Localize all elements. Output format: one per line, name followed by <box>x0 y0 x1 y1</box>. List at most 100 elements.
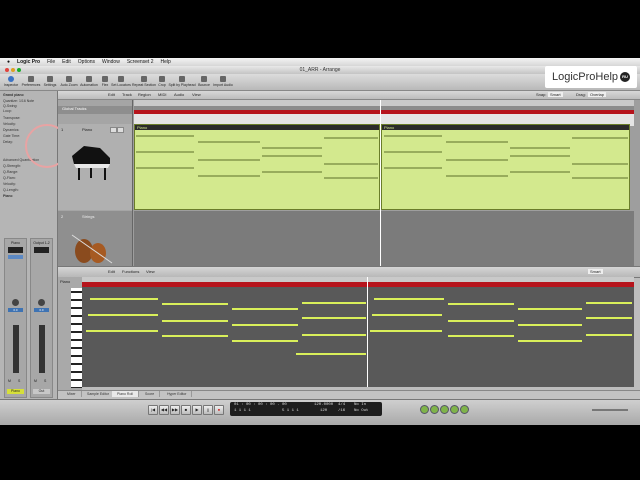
toolbar-bounce-button[interactable]: Bounce <box>197 76 211 90</box>
rewind-button[interactable]: ◀◀ <box>159 405 169 415</box>
toolbar-inspector-button[interactable]: Inspector <box>2 76 20 90</box>
arrange-menu-view[interactable]: View <box>192 92 201 97</box>
arrange-menu-midi[interactable]: MIDI <box>158 92 166 97</box>
arrange-menu-edit[interactable]: Edit <box>108 92 115 97</box>
volume-fader[interactable] <box>39 325 45 373</box>
toolbar-auto-zoom-button[interactable]: Auto Zoom <box>60 76 78 90</box>
solo-mode-button[interactable] <box>440 405 449 414</box>
mute-button[interactable]: M <box>34 379 37 383</box>
menu-options[interactable]: Options <box>78 59 95 65</box>
import-audio-icon <box>220 76 226 82</box>
toolbar-split-button[interactable]: Split by Playhead <box>168 76 196 90</box>
inspector-row[interactable]: Q-Length: <box>3 188 19 192</box>
piano-keyboard[interactable] <box>71 288 82 388</box>
inspector-track-section[interactable]: Piano <box>3 194 13 198</box>
toolbar-crop-button[interactable]: Crop <box>157 76 167 90</box>
piano-roll-menu-view[interactable]: View <box>146 269 155 274</box>
metronome-button[interactable] <box>460 405 469 414</box>
inspector-row[interactable]: Gate Time: <box>3 134 20 138</box>
division[interactable]: /16 <box>338 409 345 413</box>
transport-lcd[interactable]: 01 : 00 : 00 : 00 . 00 1 1 1 1 5 1 1 1 1… <box>230 402 382 416</box>
inspector-row[interactable]: Delay: <box>3 140 13 144</box>
stop-button[interactable]: ■ <box>181 405 191 415</box>
track-name: Piano <box>82 127 93 132</box>
toolbar-settings-button[interactable]: Settings <box>42 76 58 90</box>
toolbar-flex-button[interactable]: Flex <box>100 76 110 90</box>
midi-out-label: No Out <box>354 409 369 413</box>
sync-button[interactable] <box>450 405 459 414</box>
volume-fader[interactable] <box>13 325 19 373</box>
tab-mixer[interactable]: Mixer <box>62 391 82 397</box>
channel-eq-display[interactable] <box>34 247 49 253</box>
track-name: Strings <box>82 214 95 219</box>
record-button[interactable]: ● <box>214 405 224 415</box>
instrument-slot[interactable] <box>8 255 23 259</box>
forward-button[interactable]: ▶▶ <box>170 405 180 415</box>
go-to-start-button[interactable]: |◀ <box>148 405 158 415</box>
channel-strip-left: Piano 0.0 M S Piano <box>4 238 27 398</box>
menu-file[interactable]: File <box>47 59 55 65</box>
track-solo-button[interactable] <box>117 127 124 133</box>
cycle-button[interactable] <box>420 405 429 414</box>
grand-piano-icon <box>72 146 110 180</box>
time-signature[interactable]: 4/4 <box>338 403 345 407</box>
zoom-window-button[interactable] <box>17 68 21 72</box>
drag-select[interactable]: Overlap <box>588 92 607 97</box>
inspector-row[interactable]: Q-Swing: <box>3 104 17 108</box>
tab-score[interactable]: Score <box>140 391 161 397</box>
playhead[interactable] <box>380 100 381 266</box>
toolbar-import-audio-button[interactable]: Import Audio <box>212 76 234 90</box>
global-tracks-header[interactable]: Global Tracks <box>58 106 132 114</box>
inspector-row[interactable]: Q-Flam: <box>3 176 16 180</box>
mute-button[interactable]: M <box>8 379 11 383</box>
menu-edit[interactable]: Edit <box>62 59 71 65</box>
logicprohelp-watermark: LogicProHelp RU <box>545 66 637 88</box>
menu-logic-pro[interactable]: Logic Pro <box>17 59 40 65</box>
piano-roll-menu-edit[interactable]: Edit <box>108 269 115 274</box>
toolbar-set-locators-button[interactable]: Set Locators <box>111 76 131 90</box>
inspector-row[interactable]: Dynamics: <box>3 128 19 132</box>
menu-screenset[interactable]: Screenset 2 <box>127 59 154 65</box>
close-window-button[interactable] <box>5 68 9 72</box>
replace-button[interactable] <box>430 405 439 414</box>
inspector-row[interactable]: Q-Range: <box>3 170 18 174</box>
arrange-menu-track[interactable]: Track <box>122 92 132 97</box>
channel-eq-display[interactable] <box>8 247 23 253</box>
toolbar-preferences-button[interactable]: Preferences <box>21 76 41 90</box>
pause-button[interactable]: || <box>203 405 213 415</box>
track-mute-button[interactable] <box>110 127 117 133</box>
inspector-row[interactable]: Velocity: <box>3 182 16 186</box>
track-header-strings[interactable]: 2 Strings <box>58 211 132 266</box>
toolbar-repeat-section-button[interactable]: Repeat Section <box>132 76 156 90</box>
tab-hyper-editor[interactable]: Hyper Editor <box>162 391 193 397</box>
strings-track-lane[interactable] <box>134 211 634 266</box>
piano-roll-snap-select[interactable]: Smart <box>588 269 603 274</box>
apple-icon[interactable]: ● <box>7 59 10 65</box>
inspector-row[interactable]: Q-Strength: <box>3 164 21 168</box>
master-volume-slider[interactable] <box>592 409 628 411</box>
piano-roll-playhead[interactable] <box>367 277 368 387</box>
snap-select[interactable]: Smart <box>548 92 563 97</box>
solo-button[interactable]: S <box>44 379 46 383</box>
inspector-row[interactable]: Quantize: 1/16 Note <box>3 99 34 103</box>
inspector-region-section[interactable]: Grand piano <box>3 93 24 97</box>
inspector-row[interactable]: Velocity: <box>3 122 16 126</box>
snap-label: Snap: <box>536 92 547 97</box>
tempo-value[interactable]: 120.0000 <box>314 403 333 407</box>
menu-help[interactable]: Help <box>161 59 171 65</box>
arrange-menu-audio[interactable]: Audio <box>174 92 184 97</box>
minimize-window-button[interactable] <box>11 68 15 72</box>
tab-piano-roll[interactable]: Piano Roll <box>112 391 139 397</box>
pan-knob[interactable] <box>12 299 19 306</box>
toolbar-automation-button[interactable]: Automation <box>79 76 99 90</box>
solo-button[interactable]: S <box>18 379 20 383</box>
pan-knob[interactable] <box>38 299 45 306</box>
inspector-row[interactable]: Transpose: <box>3 116 20 120</box>
menu-window[interactable]: Window <box>102 59 120 65</box>
play-button[interactable]: ▶ <box>192 405 202 415</box>
arrange-menu-region[interactable]: Region <box>138 92 151 97</box>
piano-roll-menu-functions[interactable]: Functions <box>122 269 139 274</box>
inspector-row[interactable]: Loop: <box>3 109 12 113</box>
tab-sample-editor[interactable]: Sample Editor <box>82 391 115 397</box>
track-header-piano[interactable]: 1 Piano <box>58 124 132 210</box>
